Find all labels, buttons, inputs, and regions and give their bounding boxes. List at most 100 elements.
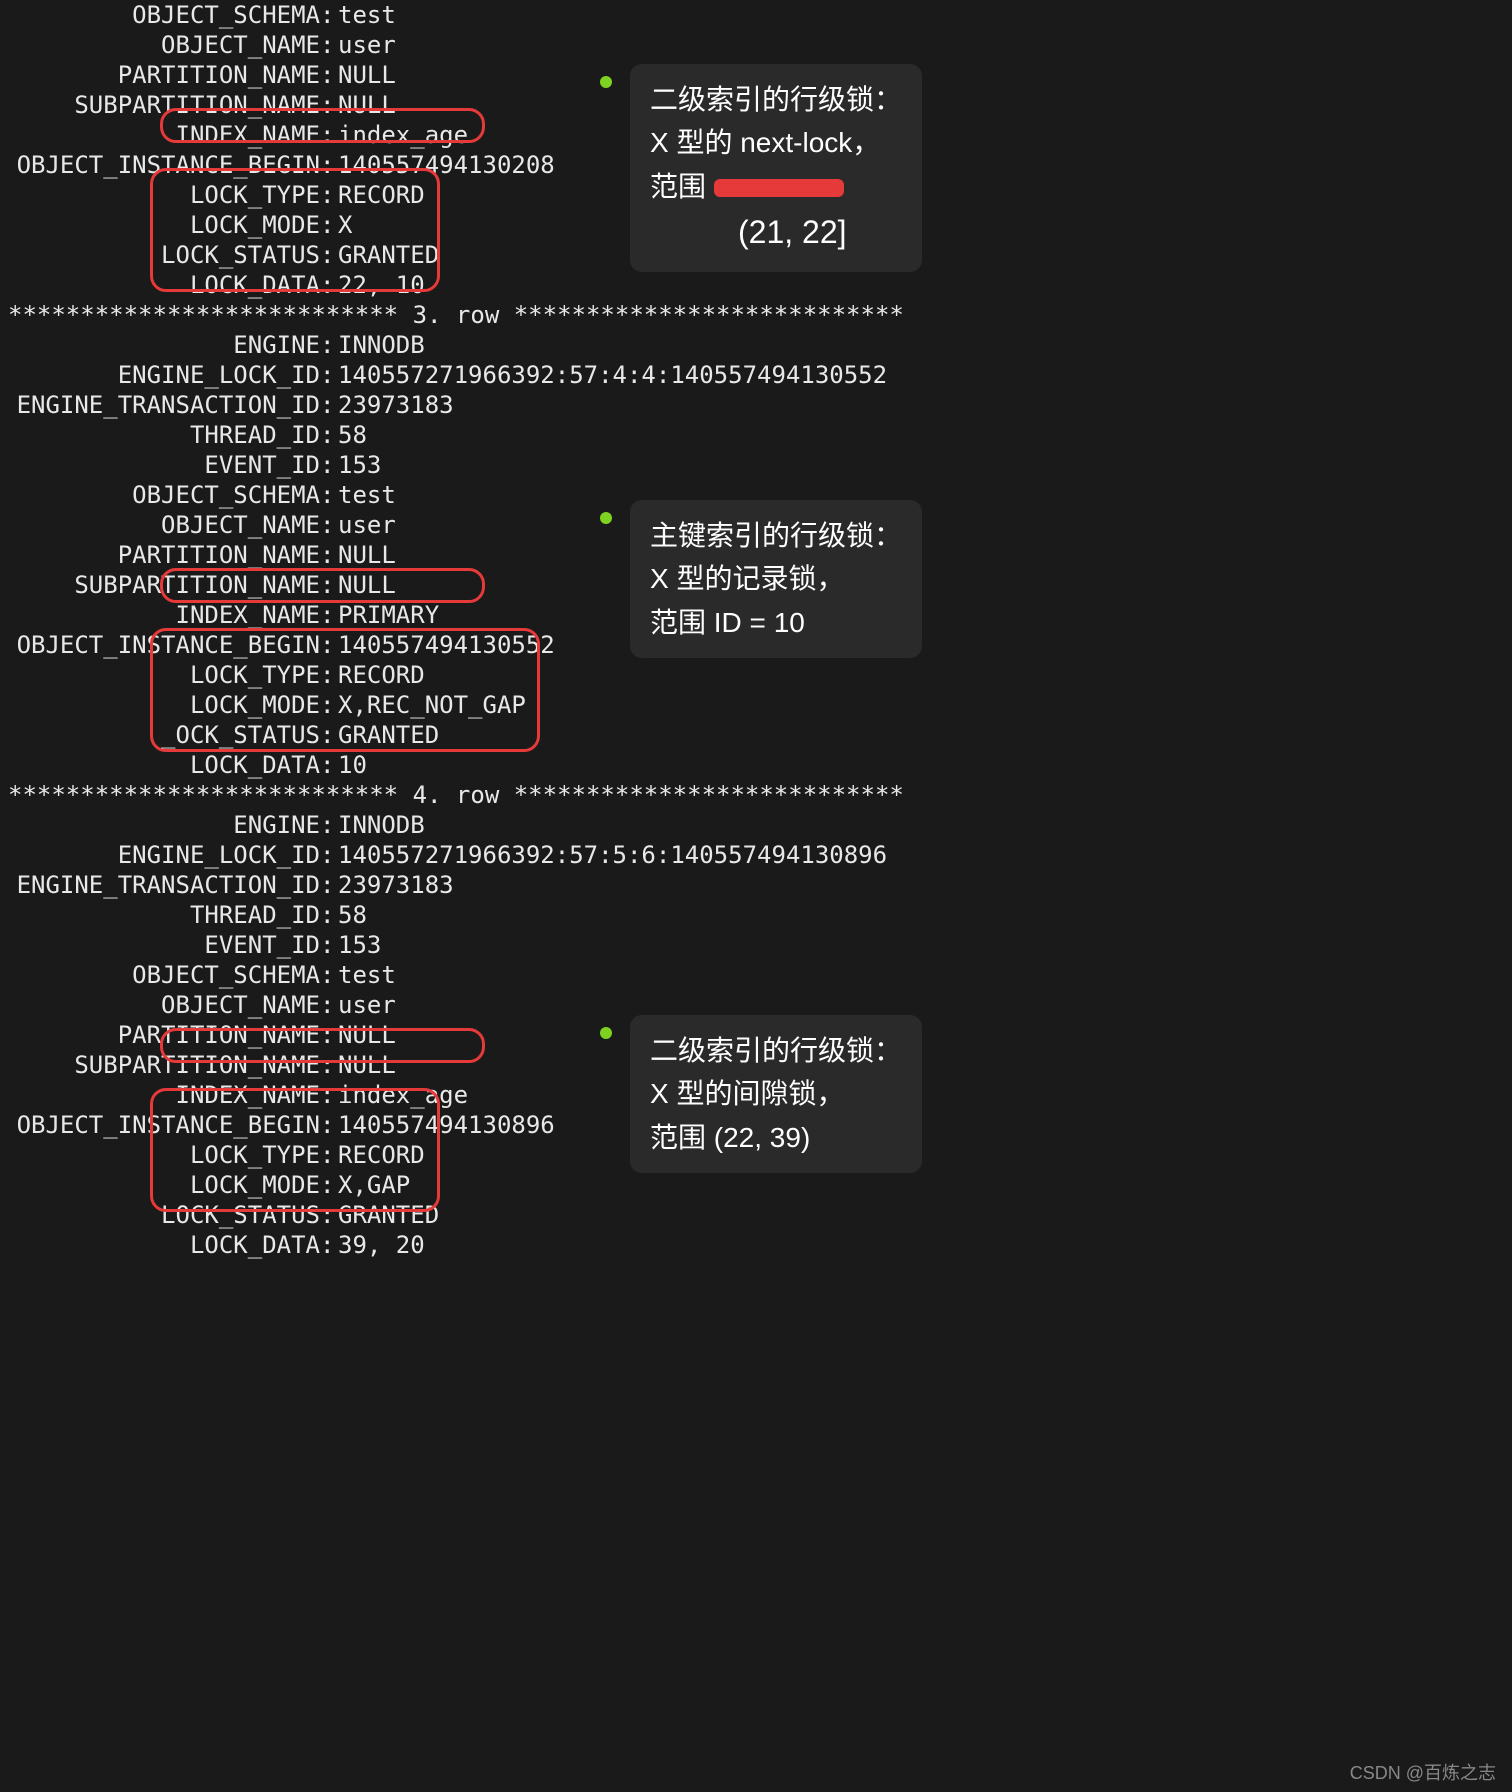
- kv-val: NULL: [338, 1020, 396, 1050]
- annotation-line: X 型的 next-lock，: [650, 121, 902, 164]
- kv-val: user: [338, 990, 396, 1020]
- kv-row: ENGINE_TRANSACTION_ID: 23973183: [0, 870, 1512, 900]
- kv-val: X,GAP: [338, 1170, 410, 1200]
- annotation-line: 范围: [650, 165, 902, 208]
- kv-key: ENGINE_LOCK_ID: [0, 840, 320, 870]
- kv-row: EVENT_ID: 153: [0, 450, 1512, 480]
- kv-val: 153: [338, 930, 381, 960]
- kv-val: 140557494130552: [338, 630, 555, 660]
- kv-val: NULL: [338, 90, 396, 120]
- kv-val: 58: [338, 420, 367, 450]
- kv-row: THREAD_ID: 58: [0, 900, 1512, 930]
- kv-val: INNODB: [338, 810, 425, 840]
- watermark: CSDN @百炼之志: [1350, 1762, 1496, 1785]
- kv-val: 140557271966392:57:4:4:140557494130552: [338, 360, 887, 390]
- kv-key: LOCK_TYPE: [0, 180, 320, 210]
- kv-key: THREAD_ID: [0, 900, 320, 930]
- kv-val: NULL: [338, 570, 396, 600]
- kv-row: LOCK_DATA: 22, 10: [0, 270, 1512, 300]
- kv-key: LOCK_DATA: [0, 750, 320, 780]
- kv-val: index_age: [338, 120, 468, 150]
- kv-key: OBJECT_NAME: [0, 990, 320, 1020]
- kv-key: OBJECT_INSTANCE_BEGIN: [0, 1110, 320, 1140]
- kv-val: INNODB: [338, 330, 425, 360]
- row-separator-4: *************************** 4. row *****…: [0, 780, 1512, 810]
- kv-val: 140557494130208: [338, 150, 555, 180]
- annotation-line: 范围 ID = 10: [650, 601, 902, 644]
- kv-key: ENGINE: [0, 810, 320, 840]
- kv-key: OBJECT_SCHEMA: [0, 480, 320, 510]
- kv-val: user: [338, 510, 396, 540]
- kv-val: NULL: [338, 60, 396, 90]
- kv-key: LOCK_TYPE: [0, 660, 320, 690]
- annotation-line: X 型的间隙锁，: [650, 1072, 902, 1115]
- kv-val: 140557494130896: [338, 1110, 555, 1140]
- kv-key: LOCK_DATA: [0, 1230, 320, 1260]
- kv-val: PRIMARY: [338, 600, 439, 630]
- kv-key: PARTITION_NAME: [0, 540, 320, 570]
- kv-key: OBJECT_SCHEMA: [0, 0, 320, 30]
- kv-key: LOCK_TYPE: [0, 1140, 320, 1170]
- bullet-dot-icon: [600, 512, 612, 524]
- kv-row: LOCK_TYPE: RECORD: [0, 660, 1512, 690]
- annotation-line: 二级索引的行级锁：: [650, 78, 902, 121]
- kv-key: LOCK_STATUS: [0, 1200, 320, 1230]
- kv-val: test: [338, 0, 396, 30]
- annotation-line: X 型的记录锁，: [650, 557, 902, 600]
- row-separator-3: *************************** 3. row *****…: [0, 300, 1512, 330]
- bullet-dot-icon: [600, 1027, 612, 1039]
- kv-row: OBJECT_SCHEMA: test: [0, 0, 1512, 30]
- kv-key: SUBPARTITION_NAME: [0, 1050, 320, 1080]
- kv-row: LOCK_MODE: X,REC_NOT_GAP: [0, 690, 1512, 720]
- kv-key: LOCK_MODE: [0, 690, 320, 720]
- bullet-dot-icon: [600, 76, 612, 88]
- kv-key: LOCK_MODE: [0, 1170, 320, 1200]
- kv-key: EVENT_ID: [0, 930, 320, 960]
- kv-val: 140557271966392:57:5:6:140557494130896: [338, 840, 887, 870]
- kv-row: LOCK_STATUS: GRANTED: [0, 1200, 1512, 1230]
- kv-val: NULL: [338, 540, 396, 570]
- kv-key: THREAD_ID: [0, 420, 320, 450]
- kv-key: PARTITION_NAME: [0, 1020, 320, 1050]
- kv-row: EVENT_ID: 153: [0, 930, 1512, 960]
- kv-val: 22, 10: [338, 270, 425, 300]
- kv-val: 23973183: [338, 390, 454, 420]
- kv-row: LOCK_MODE: X,GAP: [0, 1170, 1512, 1200]
- annotation-line: 范围 (22, 39): [650, 1116, 902, 1159]
- kv-val: X: [338, 210, 352, 240]
- kv-key: PARTITION_NAME: [0, 60, 320, 90]
- kv-val: 58: [338, 900, 367, 930]
- kv-val: user: [338, 30, 396, 60]
- kv-row: OBJECT_SCHEMA: test: [0, 960, 1512, 990]
- kv-key: OBJECT_SCHEMA: [0, 960, 320, 990]
- kv-row: ENGINE_LOCK_ID: 140557271966392:57:4:4:1…: [0, 360, 1512, 390]
- kv-val: 39, 20: [338, 1230, 425, 1260]
- kv-key: INDEX_NAME: [0, 120, 320, 150]
- kv-key: ENGINE_TRANSACTION_ID: [0, 870, 320, 900]
- annotation-primary-index-recordlock: 主键索引的行级锁： X 型的记录锁， 范围 ID = 10: [630, 500, 922, 658]
- kv-val: GRANTED: [338, 240, 439, 270]
- kv-key: INDEX_NAME: [0, 600, 320, 630]
- kv-key: SUBPARTITION_NAME: [0, 570, 320, 600]
- kv-key: INDEX_NAME: [0, 1080, 320, 1110]
- kv-key: ENGINE_LOCK_ID: [0, 360, 320, 390]
- kv-row: ENGINE_TRANSACTION_ID: 23973183: [0, 390, 1512, 420]
- kv-row: OBJECT_NAME: user: [0, 30, 1512, 60]
- kv-row: ENGINE: INNODB: [0, 330, 1512, 360]
- annotation-line: 二级索引的行级锁：: [650, 1029, 902, 1072]
- kv-val: 153: [338, 450, 381, 480]
- kv-row: LOCK_DATA: 10: [0, 750, 1512, 780]
- kv-key: SUBPARTITION_NAME: [0, 90, 320, 120]
- kv-val: index_age: [338, 1080, 468, 1110]
- terminal-output: OBJECT_SCHEMA: test OBJECT_NAME: user PA…: [0, 0, 1512, 1260]
- kv-key: OBJECT_NAME: [0, 510, 320, 540]
- annotation-line: 主键索引的行级锁：: [650, 514, 902, 557]
- kv-val: X,REC_NOT_GAP: [338, 690, 526, 720]
- annotation-secondary-index-nextlock: 二级索引的行级锁： X 型的 next-lock， 范围 (21, 22]: [630, 64, 922, 272]
- kv-key: LOCK_DATA: [0, 270, 320, 300]
- kv-val: RECORD: [338, 180, 425, 210]
- kv-key: LOCK_MODE: [0, 210, 320, 240]
- kv-row: ENGINE_LOCK_ID: 140557271966392:57:5:6:1…: [0, 840, 1512, 870]
- kv-val: test: [338, 960, 396, 990]
- kv-row: LOCK_DATA: 39, 20: [0, 1230, 1512, 1260]
